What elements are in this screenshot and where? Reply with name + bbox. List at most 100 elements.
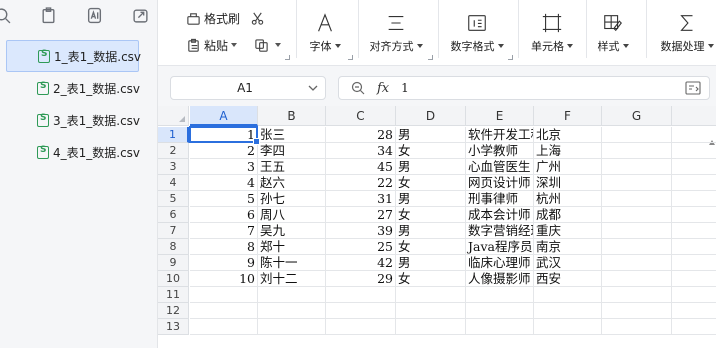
table-cell[interactable]: 男: [396, 127, 466, 143]
table-cell[interactable]: 西安: [534, 271, 602, 287]
column-header-f[interactable]: F: [534, 106, 602, 126]
table-cell[interactable]: 刘十二: [258, 271, 326, 287]
table-cell[interactable]: [672, 175, 716, 191]
table-cell[interactable]: [602, 271, 672, 287]
row-header[interactable]: 5: [158, 191, 189, 207]
table-cell[interactable]: 数字营销经理: [466, 223, 534, 239]
table-cell[interactable]: 北京: [534, 127, 602, 143]
column-header-g[interactable]: G: [602, 106, 672, 126]
file-item-2[interactable]: 2_表1_数据.csv: [0, 72, 158, 104]
expand-formula-icon[interactable]: [685, 81, 701, 95]
format-painter-button[interactable]: 格式刷: [186, 8, 240, 28]
table-cell[interactable]: 武汉: [534, 255, 602, 271]
clipboard-icon[interactable]: [38, 5, 58, 25]
table-cell[interactable]: 女: [396, 239, 466, 255]
table-cell[interactable]: [602, 239, 672, 255]
column-header-c[interactable]: C: [326, 106, 396, 126]
table-cell[interactable]: [672, 191, 716, 207]
spreadsheet-grid[interactable]: ABCDEFG11张三28男软件开发工程师北京22李四34女小学教师上海33王五…: [158, 106, 716, 348]
table-cell[interactable]: 广州: [534, 159, 602, 175]
table-cell[interactable]: [672, 303, 716, 319]
table-cell[interactable]: [672, 271, 716, 287]
table-cell[interactable]: 男: [396, 255, 466, 271]
table-cell[interactable]: 吴九: [258, 223, 326, 239]
column-header-e[interactable]: E: [466, 106, 534, 126]
table-cell[interactable]: 31: [326, 191, 396, 207]
row-header[interactable]: 13: [158, 319, 189, 335]
table-cell[interactable]: 王五: [258, 159, 326, 175]
copy-button[interactable]: [254, 35, 281, 55]
table-cell[interactable]: 8: [190, 239, 258, 255]
number-group-launcher-icon[interactable]: [508, 55, 513, 60]
table-cell[interactable]: [672, 223, 716, 239]
column-header-a[interactable]: A: [190, 106, 258, 126]
table-cell[interactable]: [672, 143, 716, 159]
ai-document-icon[interactable]: [84, 5, 104, 25]
table-cell[interactable]: 34: [326, 143, 396, 159]
alignment-group-launcher-icon[interactable]: [428, 55, 433, 60]
table-cell[interactable]: 29: [326, 271, 396, 287]
table-cell[interactable]: 心血管医生: [466, 159, 534, 175]
table-cell[interactable]: [466, 287, 534, 303]
table-cell[interactable]: [602, 143, 672, 159]
table-cell[interactable]: 周八: [258, 207, 326, 223]
table-cell[interactable]: 临床心理师: [466, 255, 534, 271]
table-cell[interactable]: 女: [396, 143, 466, 159]
column-header-d[interactable]: D: [396, 106, 466, 126]
style-button[interactable]: 样式: [590, 0, 636, 60]
table-cell[interactable]: 45: [326, 159, 396, 175]
formula-input[interactable]: fx 1: [338, 76, 710, 100]
table-cell[interactable]: 25: [326, 239, 396, 255]
table-cell[interactable]: [258, 303, 326, 319]
row-header[interactable]: 8: [158, 239, 189, 255]
table-cell[interactable]: 郑十: [258, 239, 326, 255]
table-cell[interactable]: [602, 319, 672, 335]
table-cell[interactable]: 女: [396, 271, 466, 287]
table-cell[interactable]: [602, 303, 672, 319]
table-cell[interactable]: [672, 319, 716, 335]
table-cell[interactable]: [326, 287, 396, 303]
table-cell[interactable]: 重庆: [534, 223, 602, 239]
table-cell[interactable]: [534, 319, 602, 335]
table-cell[interactable]: 深圳: [534, 175, 602, 191]
column-header-b[interactable]: B: [258, 106, 326, 126]
table-cell[interactable]: [602, 175, 672, 191]
table-cell[interactable]: [672, 255, 716, 271]
table-cell[interactable]: 南京: [534, 239, 602, 255]
table-cell[interactable]: 女: [396, 207, 466, 223]
row-header[interactable]: 10: [158, 271, 189, 287]
table-cell[interactable]: 刑事律师: [466, 191, 534, 207]
row-header[interactable]: 2: [158, 143, 189, 159]
table-cell[interactable]: Java程序员: [466, 239, 534, 255]
table-cell[interactable]: [672, 239, 716, 255]
table-cell[interactable]: 9: [190, 255, 258, 271]
file-item-1[interactable]: 1_表1_数据.csv: [6, 40, 141, 72]
table-cell[interactable]: [602, 159, 672, 175]
number-format-button[interactable]: 数字格式: [444, 0, 510, 60]
table-cell[interactable]: 杭州: [534, 191, 602, 207]
table-cell[interactable]: 6: [190, 207, 258, 223]
row-header[interactable]: 4: [158, 175, 189, 191]
table-cell[interactable]: [602, 127, 672, 143]
table-cell[interactable]: 上海: [534, 143, 602, 159]
table-cell[interactable]: 42: [326, 255, 396, 271]
fx-label[interactable]: fx: [377, 81, 389, 96]
font-group-launcher-icon[interactable]: [348, 55, 353, 60]
table-cell[interactable]: 5: [190, 191, 258, 207]
table-cell[interactable]: [534, 287, 602, 303]
alignment-button[interactable]: 对齐方式: [362, 0, 430, 60]
table-cell[interactable]: 人像摄影师: [466, 271, 534, 287]
table-cell[interactable]: 张三: [258, 127, 326, 143]
file-item-4[interactable]: 4_表1_数据.csv: [0, 136, 158, 168]
table-cell[interactable]: 男: [396, 159, 466, 175]
table-cell[interactable]: 27: [326, 207, 396, 223]
cut-button[interactable]: [250, 8, 268, 28]
table-cell[interactable]: [602, 207, 672, 223]
table-cell[interactable]: 39: [326, 223, 396, 239]
table-cell[interactable]: 男: [396, 191, 466, 207]
table-cell[interactable]: [602, 287, 672, 303]
table-cell[interactable]: [672, 127, 716, 143]
share-icon[interactable]: [130, 5, 150, 25]
row-header[interactable]: 3: [158, 159, 189, 175]
search-icon[interactable]: [0, 5, 12, 25]
